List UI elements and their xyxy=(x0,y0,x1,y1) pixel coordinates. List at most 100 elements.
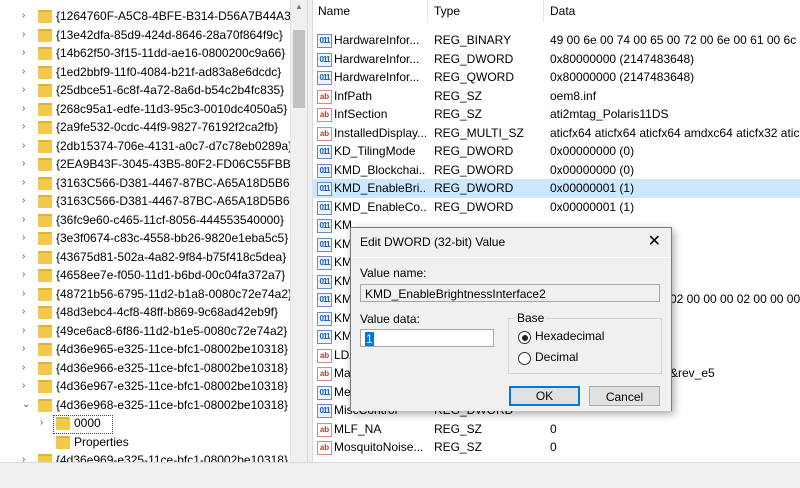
tree-node[interactable]: › {13e42dfa-85d9-424d-8646-28a70f864f9c} xyxy=(0,26,290,45)
registry-value-row[interactable]: ab MLF_NA REG_SZ 0 xyxy=(312,420,800,439)
registry-key-tree[interactable]: › {1264760F-A5C8-4BFE-B314-D56A7B44A362} ›… xyxy=(0,0,290,462)
chevron-right-icon[interactable]: › xyxy=(22,266,25,285)
value-data: 0x00000001 (1) xyxy=(550,199,635,214)
registry-value-row[interactable]: 011 HardwareInfor... REG_BINARY 49 00 6e 00… xyxy=(312,31,800,50)
registry-value-row[interactable]: ab MosquitoNoise... REG_SZ 0 xyxy=(312,438,800,457)
value-type: REG_DWORD xyxy=(434,162,514,177)
chevron-right-icon[interactable]: › xyxy=(22,211,25,230)
registry-value-row[interactable]: 011 KD_TilingMode REG_DWORD 0x00000000 (0) xyxy=(312,142,800,161)
tree-node[interactable]: › {2db15374-706e-4131-a0c7-d7c78eb0289a} xyxy=(0,137,290,156)
binary-value-icon: 011 xyxy=(317,200,332,215)
tree-node[interactable]: Properties xyxy=(0,433,290,452)
tree-scrollbar-thumb[interactable] xyxy=(293,30,305,108)
tree-node[interactable]: › {4d36e969-e325-11ce-bfc1-08002be10318} xyxy=(0,451,290,462)
binary-value-icon: 011 xyxy=(317,385,332,400)
tree-node[interactable]: › {14b62f50-3f15-11dd-ae16-0800200c9a66} xyxy=(0,44,290,63)
tree-node-label: {25dbce51-6c8f-4a72-8a6d-b54c2b4fc835} xyxy=(56,83,285,97)
registry-value-row[interactable]: 011 KMD_Blockchai... REG_DWORD 0x00000000 (… xyxy=(312,161,800,180)
chevron-right-icon[interactable]: › xyxy=(22,81,25,100)
value-type: REG_SZ xyxy=(434,440,483,454)
tree-node[interactable]: › {48d3ebc4-4cf8-48ff-b869-9c68ad42eb9f} xyxy=(0,303,290,322)
tree-node[interactable]: › {49ce6ac8-6f86-11d2-b1e5-0080c72e74a2} xyxy=(0,322,290,341)
string-value-icon: ab xyxy=(317,108,332,122)
value-name: KD_TilingMode xyxy=(334,144,416,158)
decimal-label[interactable]: Decimal xyxy=(535,350,578,364)
decimal-radio[interactable] xyxy=(518,352,531,365)
chevron-right-icon[interactable]: › xyxy=(22,229,25,248)
chevron-right-icon[interactable]: › xyxy=(22,248,25,267)
close-icon[interactable]: ✕ xyxy=(648,231,661,251)
tree-node-label: {3163C566-D381-4467-87BC-A65A18D5B649} xyxy=(56,194,290,208)
column-header-type[interactable]: Type xyxy=(434,0,460,22)
folder-icon xyxy=(38,195,52,208)
chevron-down-icon[interactable]: ⌄ xyxy=(22,396,30,415)
registry-value-row[interactable]: ab InfPath REG_SZ oem8.inf xyxy=(312,87,800,106)
value-data: 0 xyxy=(550,440,557,454)
dialog-body: Value name: KMD_EnableBrightnessInterfac… xyxy=(351,257,671,411)
chevron-right-icon[interactable]: › xyxy=(22,7,25,26)
hexadecimal-radio[interactable] xyxy=(518,331,531,344)
tree-node[interactable]: › {2a9fe532-0cdc-44f9-9827-76192f2ca2fb} xyxy=(0,118,290,137)
tree-node[interactable]: › {25dbce51-6c8f-4a72-8a6d-b54c2b4fc835} xyxy=(0,81,290,100)
chevron-right-icon[interactable]: › xyxy=(22,377,25,396)
chevron-right-icon[interactable]: › xyxy=(22,118,25,137)
chevron-right-icon[interactable]: › xyxy=(22,174,25,193)
chevron-right-icon[interactable]: › xyxy=(22,303,25,322)
chevron-right-icon[interactable]: › xyxy=(22,44,25,63)
registry-value-row[interactable]: ab InstalledDisplay... REG_MULTI_SZ aticfx6… xyxy=(312,124,800,143)
tree-node[interactable]: › {36fc9e60-c465-11cf-8056-444553540000} xyxy=(0,211,290,230)
folder-icon xyxy=(38,176,52,190)
chevron-right-icon[interactable]: › xyxy=(22,63,25,82)
value-data-input[interactable]: 1 xyxy=(360,329,494,347)
value-type: REG_DWORD xyxy=(434,199,514,214)
value-data: &rev_e5 xyxy=(670,366,715,380)
column-header-name[interactable]: Name xyxy=(318,0,350,22)
tree-node[interactable]: › {4d36e965-e325-11ce-bfc1-08002be10318} xyxy=(0,340,290,359)
tree-node[interactable]: › {4d36e966-e325-11ce-bfc1-08002be10318} xyxy=(0,359,290,378)
chevron-right-icon[interactable]: › xyxy=(22,192,25,211)
scroll-up-arrow-icon[interactable]: ▲ xyxy=(295,2,303,11)
chevron-right-icon[interactable]: › xyxy=(22,451,25,462)
binary-value-icon: 011 xyxy=(317,293,332,307)
tree-node-label: Properties xyxy=(74,434,129,449)
tree-node-label: {1ed2bbf9-11f0-4084-b21f-ad83a8e6dcdc} xyxy=(56,64,282,79)
tree-node-selected[interactable]: › 0000 xyxy=(0,414,290,433)
registry-value-row[interactable]: 011 KMD_EnableBri... REG_DWORD 0x00000001 (… xyxy=(312,179,800,198)
tree-node[interactable]: › {268c95a1-edfe-11d3-95c3-0010dc4050a5} xyxy=(0,100,290,119)
hexadecimal-label[interactable]: Hexadecimal xyxy=(535,329,604,343)
tree-node-label: {14b62f50-3f15-11dd-ae16-0800200c9a66} xyxy=(56,46,286,60)
chevron-right-icon[interactable]: › xyxy=(22,137,25,156)
cancel-button[interactable]: Cancel xyxy=(589,386,660,406)
chevron-right-icon[interactable]: › xyxy=(22,359,25,378)
chevron-right-icon[interactable]: › xyxy=(22,285,25,304)
tree-node[interactable]: › {3163C566-D381-4467-87BC-A65A18D5B649} xyxy=(0,192,290,211)
tree-node[interactable]: › {4658ee7e-f050-11d1-b6bd-00c04fa372a7} xyxy=(0,266,290,285)
chevron-right-icon[interactable]: › xyxy=(22,155,25,174)
tree-node[interactable]: › {1264760F-A5C8-4BFE-B314-D56A7B44A362} xyxy=(0,7,290,26)
value-data-label: Value data: xyxy=(360,312,420,326)
tree-node[interactable]: › {1ed2bbf9-11f0-4084-b21f-ad83a8e6dcdc} xyxy=(0,63,290,82)
registry-value-row[interactable]: ab InfSection REG_SZ ati2mtag_Polaris11DS xyxy=(312,105,800,124)
tree-node[interactable]: › {2EA9B43F-3045-43B5-80F2-FD06C55FBB90} xyxy=(0,155,290,174)
tree-scrollbar[interactable]: ▲ xyxy=(290,0,307,462)
value-name: InfPath xyxy=(334,88,373,103)
tree-node[interactable]: › {3163C566-D381-4467-87BC-A65A18D5B648} xyxy=(0,174,290,193)
column-header-data[interactable]: Data xyxy=(550,0,575,22)
tree-node[interactable]: › {43675d81-502a-4a82-9f84-b75f418c5dea} xyxy=(0,248,290,267)
ok-button[interactable]: OK xyxy=(509,386,580,406)
tree-node[interactable]: › {4d36e967-e325-11ce-bfc1-08002be10318} xyxy=(0,377,290,396)
registry-value-row[interactable]: 011 HardwareInfor... REG_DWORD 0x80000000 (… xyxy=(312,50,800,69)
value-name: HardwareInfor... xyxy=(334,51,420,66)
chevron-right-icon[interactable]: › xyxy=(22,26,25,45)
binary-value-icon: 011 xyxy=(317,34,332,48)
chevron-right-icon[interactable]: › xyxy=(22,322,25,341)
folder-icon xyxy=(38,28,52,42)
tree-node[interactable]: › {48721b56-6795-11d2-b1a8-0080c72e74a2} xyxy=(0,285,290,304)
registry-value-row[interactable]: 011 HardwareInfor... REG_QWORD 0x80000000 (… xyxy=(312,68,800,87)
registry-value-row[interactable]: 011 KMD_EnableCo... REG_DWORD 0x00000001 (1… xyxy=(312,198,800,217)
chevron-right-icon[interactable]: › xyxy=(22,100,25,119)
tree-node[interactable]: ⌄ {4d36e968-e325-11ce-bfc1-08002be10318} xyxy=(0,396,290,415)
chevron-right-icon[interactable]: › xyxy=(40,414,43,433)
chevron-right-icon[interactable]: › xyxy=(22,340,25,359)
tree-node[interactable]: › {3e3f0674-c83c-4558-bb26-9820e1eba5c5} xyxy=(0,229,290,248)
